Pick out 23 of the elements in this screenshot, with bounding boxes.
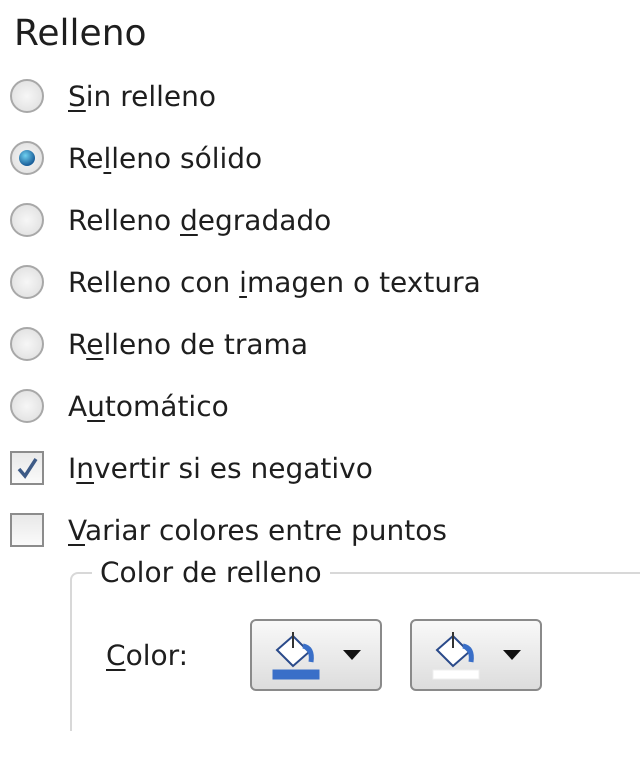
radio-button[interactable] (10, 203, 44, 237)
option-label: Variar colores entre puntos (68, 514, 447, 546)
option-label: Relleno sólido (68, 142, 262, 174)
option-label: Relleno degradado (68, 204, 332, 236)
checkbox[interactable] (10, 451, 44, 485)
caret-icon (343, 650, 362, 660)
checkbox[interactable] (10, 513, 44, 547)
option-label: Relleno con imagen o textura (68, 266, 481, 298)
caret-icon (503, 650, 522, 660)
option-label: Sin relleno (68, 80, 216, 112)
option-label: Automático (68, 390, 229, 422)
section-title: Relleno (14, 16, 148, 52)
option-label: Relleno de trama (68, 328, 308, 360)
radio-button[interactable] (10, 79, 44, 113)
radio-button[interactable] (10, 141, 44, 175)
radio-button[interactable] (10, 327, 44, 361)
radio-button[interactable] (10, 389, 44, 423)
color-label: Color: (106, 638, 188, 672)
option-label: Invertir si es negativo (68, 452, 373, 484)
color-picker-button[interactable] (410, 619, 542, 691)
color-picker-button[interactable] (250, 619, 382, 691)
checkmark-icon (15, 456, 39, 480)
radio-button[interactable] (10, 265, 44, 299)
